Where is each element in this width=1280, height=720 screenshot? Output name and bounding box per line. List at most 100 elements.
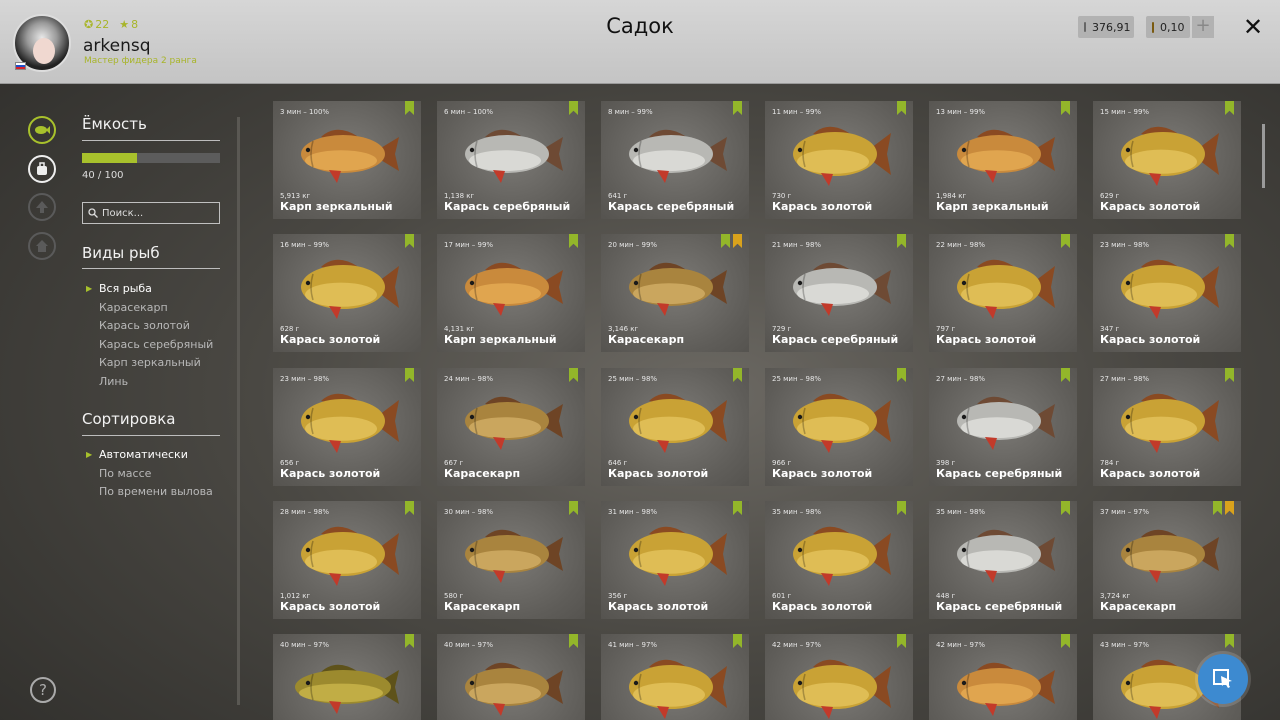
sort-selected-arrow-icon: ▶	[86, 450, 93, 459]
fish-card[interactable]: 23 мин – 98% 347 г Карась золотой	[1093, 234, 1241, 352]
panel-divider	[237, 117, 240, 705]
fish-weight: 629 г	[1100, 192, 1120, 200]
golden-crucian-fish-icon	[793, 659, 891, 719]
fish-weight: 729 г	[772, 325, 792, 333]
species-filter-item[interactable]: Карась серебряный	[99, 338, 213, 351]
fish-weight: 966 г	[772, 459, 792, 467]
search-placeholder: Поиск...	[102, 207, 144, 219]
green-bookmark-icon	[733, 368, 742, 382]
gold-bookmark-icon	[1225, 501, 1234, 515]
fish-name: Карась золотой	[280, 600, 381, 613]
fish-name: Карась серебряный	[608, 200, 735, 213]
fish-weight: 784 г	[1100, 459, 1120, 467]
fish-card[interactable]: 8 мин – 99% 641 г Карась серебряный	[601, 101, 749, 219]
grid-scrollbar[interactable]	[1262, 124, 1265, 188]
cursor-mode-button[interactable]	[1198, 654, 1248, 704]
fish-card[interactable]: 28 мин – 98% 1,012 кг Карась золотой	[273, 501, 421, 619]
fish-card[interactable]: 31 мин – 98% 356 г Карась золотой	[601, 501, 749, 619]
mirror-carp-fish-icon	[301, 129, 399, 183]
golden-crucian-fish-icon	[793, 393, 891, 453]
catch-time: 43 мин – 97%	[1100, 641, 1150, 649]
fish-card[interactable]: 15 мин – 99% 629 г Карась золотой	[1093, 101, 1241, 219]
capacity-progress-bar	[82, 153, 220, 163]
species-filter-item[interactable]: Карась золотой	[99, 319, 190, 332]
species-selected-arrow-icon: ▶	[86, 284, 93, 293]
fish-card[interactable]: 11 мин – 99% 730 г Карась золотой	[765, 101, 913, 219]
fish-card[interactable]: 42 мин – 97%	[929, 634, 1077, 720]
keepnet-fish-icon[interactable]	[28, 116, 56, 144]
home-icon[interactable]	[28, 232, 56, 260]
gold-bookmark-icon	[733, 234, 742, 248]
fish-weight: 1,012 кг	[280, 592, 311, 600]
green-bookmark-icon	[1061, 501, 1070, 515]
fish-name: Карась золотой	[772, 200, 873, 213]
fish-card[interactable]: 41 мин – 97%	[601, 634, 749, 720]
sort-option-item[interactable]: Автоматически	[99, 448, 188, 461]
fish-card[interactable]: 16 мин – 99% 628 г Карась золотой	[273, 234, 421, 352]
green-bookmark-icon	[569, 634, 578, 648]
fish-weight: 3,146 кг	[608, 325, 639, 333]
fish-card[interactable]: 30 мин – 98% 580 г Карасекарп	[437, 501, 585, 619]
catch-time: 28 мин – 98%	[280, 508, 330, 516]
green-bookmark-icon	[733, 101, 742, 115]
catch-time: 35 мин – 98%	[936, 508, 986, 516]
fish-card[interactable]: 3 мин – 100% 5,913 кг Карп зеркальный	[273, 101, 421, 219]
fish-card[interactable]: 17 мин – 99% 4,131 кг Карп зеркальный	[437, 234, 585, 352]
green-bookmark-icon	[1213, 501, 1222, 515]
green-bookmark-icon	[897, 634, 906, 648]
green-bookmark-icon	[1225, 234, 1234, 248]
upgrade-arrow-icon[interactable]	[28, 193, 56, 221]
catch-time: 42 мин – 97%	[936, 641, 986, 649]
close-button[interactable]: ✕	[1240, 14, 1266, 40]
buy-currency-button[interactable]: +	[1192, 16, 1214, 38]
fish-card[interactable]: 27 мин – 98% 398 г Карась серебряный	[929, 368, 1077, 486]
fish-card[interactable]: 40 мин – 97%	[273, 634, 421, 720]
fish-name: Карась золотой	[280, 467, 381, 480]
fish-card[interactable]: 37 мин – 97% 3,724 кг Карасекарп	[1093, 501, 1241, 619]
catch-time: 15 мин – 99%	[1100, 108, 1150, 116]
hybrid-fish-icon	[629, 262, 727, 316]
capacity-divider	[82, 140, 220, 141]
sort-option-item[interactable]: По массе	[99, 467, 151, 480]
cursor-icon	[1213, 669, 1232, 688]
species-filter-item[interactable]: Карп зеркальный	[99, 356, 201, 369]
golden-crucian-fish-icon	[301, 259, 399, 319]
bag-icon	[37, 162, 47, 175]
sort-option-item[interactable]: По времени вылова	[99, 485, 213, 498]
golden-crucian-fish-icon	[629, 393, 727, 453]
species-filter-item[interactable]: Линь	[99, 375, 128, 388]
help-button[interactable]: ?	[30, 677, 56, 703]
fish-card[interactable]: 25 мин – 98% 966 г Карась золотой	[765, 368, 913, 486]
species-filter-item[interactable]: Карасекарп	[99, 301, 168, 314]
fish-card[interactable]: 13 мин – 99% 1,984 кг Карп зеркальный	[929, 101, 1077, 219]
fish-name: Карась золотой	[772, 600, 873, 613]
fish-card[interactable]: 42 мин – 97%	[765, 634, 913, 720]
green-bookmark-icon	[1061, 234, 1070, 248]
catch-time: 40 мин – 97%	[444, 641, 494, 649]
fish-card[interactable]: 6 мин – 100% 1,138 кг Карась серебряный	[437, 101, 585, 219]
inventory-bag-icon[interactable]	[28, 155, 56, 183]
arrow-up-icon	[36, 201, 48, 213]
green-bookmark-icon	[1225, 634, 1234, 648]
search-input[interactable]: Поиск...	[82, 202, 220, 224]
silver-amount: 376,91	[1092, 20, 1131, 34]
fish-card[interactable]: 24 мин – 98% 667 г Карасекарп	[437, 368, 585, 486]
species-filter-item[interactable]: Вся рыба	[99, 282, 152, 295]
fish-card[interactable]: 22 мин – 98% 797 г Карась золотой	[929, 234, 1077, 352]
catch-time: 35 мин – 98%	[772, 508, 822, 516]
fish-card[interactable]: 35 мин – 98% 448 г Карась серебряный	[929, 501, 1077, 619]
fish-card[interactable]: 21 мин – 98% 729 г Карась серебряный	[765, 234, 913, 352]
house-icon	[36, 240, 48, 252]
fish-name: Карась золотой	[1100, 333, 1201, 346]
silver-crucian-fish-icon	[957, 529, 1055, 583]
fish-weight: 347 г	[1100, 325, 1120, 333]
fish-card[interactable]: 20 мин – 99% 3,146 кг Карасекарп	[601, 234, 749, 352]
russia-flag-icon	[15, 62, 26, 70]
fish-card[interactable]: 40 мин – 97%	[437, 634, 585, 720]
mirror-carp-fish-icon	[957, 129, 1055, 183]
fish-card[interactable]: 23 мин – 98% 656 г Карась золотой	[273, 368, 421, 486]
green-bookmark-icon	[1061, 368, 1070, 382]
fish-card[interactable]: 25 мин – 98% 646 г Карась золотой	[601, 368, 749, 486]
fish-card[interactable]: 27 мин – 98% 784 г Карась золотой	[1093, 368, 1241, 486]
fish-card[interactable]: 35 мин – 98% 601 г Карась золотой	[765, 501, 913, 619]
